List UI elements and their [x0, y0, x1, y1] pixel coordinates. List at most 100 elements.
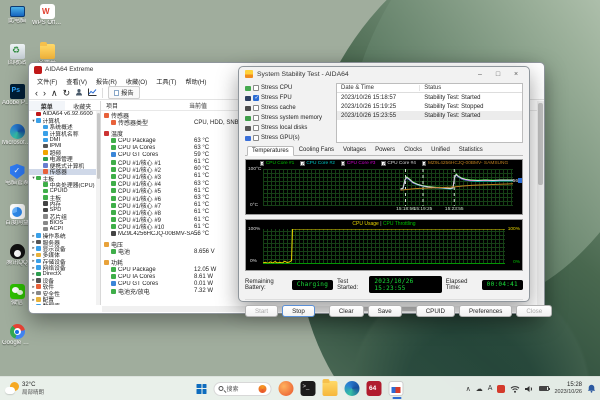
dialog-button[interactable]: Save — [368, 305, 402, 317]
back-icon[interactable]: ‹ — [35, 88, 38, 98]
menu-item[interactable]: 工具(T) — [152, 77, 180, 86]
desktop-icon-image — [40, 4, 55, 19]
desktop-icon[interactable]: WPS Office — [32, 4, 62, 44]
tab-menu[interactable]: 菜单 — [29, 101, 65, 110]
chart-icon[interactable] — [88, 88, 97, 98]
column-value[interactable]: 当前值 — [189, 101, 207, 110]
tray-cloud-icon[interactable]: ☁ — [476, 385, 483, 393]
tray-security-icon[interactable] — [497, 385, 505, 393]
taskbar-stability-test[interactable] — [389, 381, 404, 396]
stability-app-icon — [245, 70, 253, 78]
dialog-button[interactable]: Stop — [282, 305, 315, 317]
log-row[interactable]: 2023/10/26 15:18:57 Stability Test: Star… — [337, 93, 522, 102]
stress-checkbox[interactable] — [253, 105, 259, 111]
wifi-icon[interactable] — [510, 380, 520, 398]
log-header-status[interactable]: Status — [420, 85, 441, 91]
stress-checkbox[interactable] — [253, 95, 259, 101]
menu-item[interactable]: 帮助(H) — [181, 77, 210, 86]
scrollbar-thumb[interactable] — [538, 103, 543, 185]
temperature-plot — [263, 169, 513, 206]
legend-item[interactable]: CPU Core #4 — [381, 161, 416, 166]
menu-item[interactable]: 查看(V) — [62, 77, 91, 86]
menu-item[interactable]: 收藏(O) — [122, 77, 151, 86]
dialog-button[interactable]: Start — [245, 305, 278, 317]
menu-item[interactable]: 报告(R) — [92, 77, 121, 86]
tab[interactable]: Cooling Fans — [295, 146, 338, 155]
tab[interactable]: Statistics — [455, 146, 487, 155]
taskbar-edge[interactable] — [345, 381, 360, 396]
notification-bell-icon[interactable] — [587, 384, 596, 393]
dialog-button[interactable]: Close — [516, 305, 552, 317]
legend-item[interactable]: MZ9L4256HCJQ-00BMV- SAMSUNG — [422, 161, 508, 166]
tray-input-method[interactable]: A — [488, 385, 493, 392]
taskbar-app-orange[interactable] — [279, 381, 294, 396]
stress-options: Stress CPU Stress FPU Stress cache — [245, 83, 331, 143]
tab[interactable]: Clocks — [400, 146, 426, 155]
tab[interactable]: Temperatures — [247, 146, 294, 156]
legend-checkbox[interactable] — [381, 161, 386, 166]
tree-item-icon — [36, 304, 41, 305]
column-item[interactable]: 项目 — [101, 101, 189, 110]
stress-option[interactable]: Stress system memory — [245, 114, 331, 122]
stress-option[interactable]: Stress CPU — [245, 84, 331, 92]
battery-icon[interactable] — [539, 386, 549, 392]
aida64-app-icon — [34, 66, 42, 74]
menu-item[interactable]: 文件(F) — [33, 77, 61, 86]
refresh-icon[interactable]: ↻ — [63, 88, 71, 98]
dialog-button[interactable]: Preferences — [459, 305, 512, 317]
tab[interactable]: Powers — [371, 146, 399, 155]
stress-option[interactable]: Stress local disks — [245, 124, 331, 132]
stability-title: System Stability Test - AIDA64 — [257, 71, 469, 78]
tray-chevron-up-icon[interactable]: ∧ — [466, 385, 471, 393]
legend-checkbox[interactable] — [260, 161, 265, 166]
log-row[interactable]: 2023/10/26 15:23:55 Stability Test: Star… — [337, 111, 522, 120]
stress-option[interactable]: Stress GPU(s) — [245, 134, 331, 142]
log-row[interactable]: 2023/10/26 15:19:25 Stability Test: Stop… — [337, 102, 522, 111]
legend-checkbox[interactable] — [300, 161, 305, 166]
taskbar-app-terminal[interactable] — [301, 381, 316, 396]
start-button[interactable] — [197, 384, 207, 394]
stress-checkbox[interactable] — [253, 135, 259, 141]
tab[interactable]: Voltages — [339, 146, 370, 155]
close-button[interactable]: × — [509, 71, 523, 78]
stability-titlebar[interactable]: System Stability Test - AIDA64 – □ × — [239, 67, 529, 81]
scrollbar-thumb[interactable] — [97, 113, 100, 179]
tray-clock[interactable]: 15:28 2023/10/26 — [554, 382, 582, 395]
stress-option[interactable]: Stress FPU — [245, 94, 331, 102]
legend-item[interactable]: CPU Core #3 — [341, 161, 376, 166]
stress-checkbox[interactable] — [253, 85, 259, 91]
tab[interactable]: Unified — [427, 146, 454, 155]
minimize-button[interactable]: – — [473, 71, 487, 78]
tree-item[interactable]: ▸ 数据库 — [29, 303, 96, 305]
legend-item[interactable]: CPU Core #1 — [260, 161, 295, 166]
tree-scrollbar[interactable] — [96, 111, 100, 305]
dialog-button[interactable]: CPUID — [416, 305, 455, 317]
weather-widget[interactable]: 32°C 局部晴朗 — [5, 382, 44, 396]
desktop-icon[interactable]: Google Chrome — [2, 324, 32, 364]
user-icon[interactable] — [75, 88, 83, 98]
legend-checkbox[interactable] — [422, 161, 427, 166]
tab-favorites[interactable]: 收藏夹 — [65, 101, 101, 110]
maximize-button[interactable]: □ — [491, 71, 505, 78]
sensor-row-icon — [111, 196, 116, 201]
volume-icon[interactable] — [525, 380, 534, 398]
dialog-button[interactable]: Clear — [329, 305, 364, 317]
legend-label: CPU Core #3 — [347, 161, 376, 166]
sensor-row-label: CPU Package — [118, 138, 156, 144]
up-icon[interactable]: ∧ — [51, 88, 58, 98]
aida64-vertical-scrollbar[interactable] — [537, 101, 544, 305]
taskbar-file-explorer[interactable] — [323, 381, 338, 396]
sensor-row-icon — [111, 152, 116, 157]
forward-icon[interactable]: › — [43, 88, 46, 98]
stress-checkbox[interactable] — [253, 125, 259, 131]
legend-item[interactable]: CPU Core #2 — [300, 161, 335, 166]
stress-option[interactable]: Stress cache — [245, 104, 331, 112]
taskbar-aida64[interactable] — [367, 381, 382, 396]
report-button[interactable]: 报告 — [108, 86, 139, 99]
search-icon — [219, 386, 224, 391]
desktop-icon[interactable]: 此电脑 — [2, 4, 32, 44]
log-header-datetime[interactable]: Date & Time — [337, 85, 420, 91]
search-box[interactable]: 搜索 — [214, 382, 272, 396]
stress-checkbox[interactable] — [253, 115, 259, 121]
legend-checkbox[interactable] — [341, 161, 346, 166]
